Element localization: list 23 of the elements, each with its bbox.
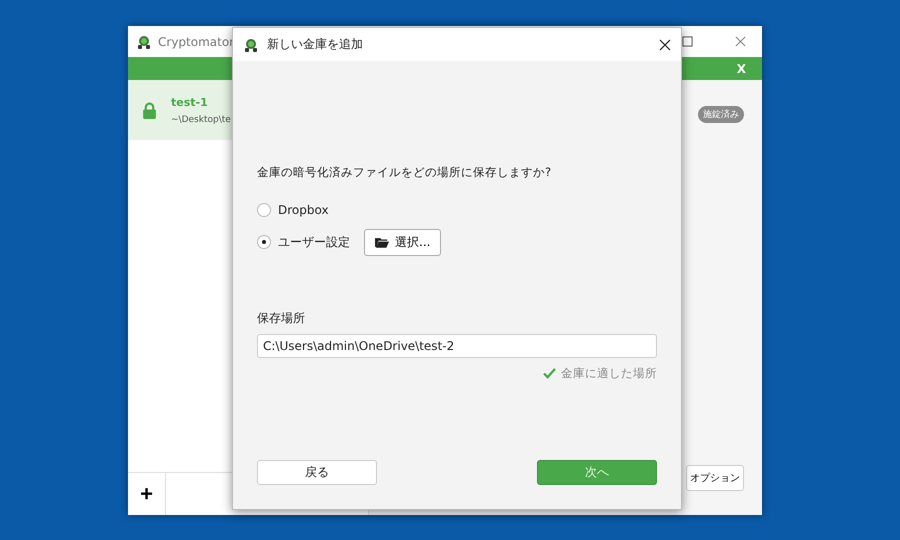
robot-logo-icon <box>136 34 152 50</box>
location-input-field[interactable]: C:\Users\admin\OneDrive\test-2 <box>257 334 657 358</box>
maximize-icon[interactable] <box>682 36 693 47</box>
radio-button[interactable] <box>257 235 271 249</box>
radio-button[interactable] <box>257 203 271 217</box>
vault-name: test-1 <box>171 96 209 108</box>
choose-folder-button[interactable]: 選択... <box>364 228 442 256</box>
window-title: Cryptomator <box>158 34 234 48</box>
vault-path: ~\Desktop\te <box>171 114 231 124</box>
lock-icon <box>142 102 157 118</box>
dialog-title: 新しい金庫を追加 <box>267 36 363 53</box>
radio-option[interactable]: ユーザー設定 <box>257 234 350 250</box>
back-button[interactable]: 戻る <box>257 460 377 485</box>
field-label: 保存場所 <box>257 310 306 327</box>
options-button[interactable]: オプション <box>686 465 744 491</box>
status-badge: 施錠済み <box>698 106 744 123</box>
check-icon <box>543 368 556 379</box>
close-icon[interactable] <box>659 38 671 50</box>
validation-message: 金庫に適した場所 <box>561 366 657 381</box>
robot-logo-icon <box>243 36 259 52</box>
radio-option[interactable]: Dropbox <box>257 203 329 217</box>
folder-icon <box>375 236 389 248</box>
question-text: 金庫の暗号化済みファイルをどの場所に保存しますか? <box>257 165 552 180</box>
